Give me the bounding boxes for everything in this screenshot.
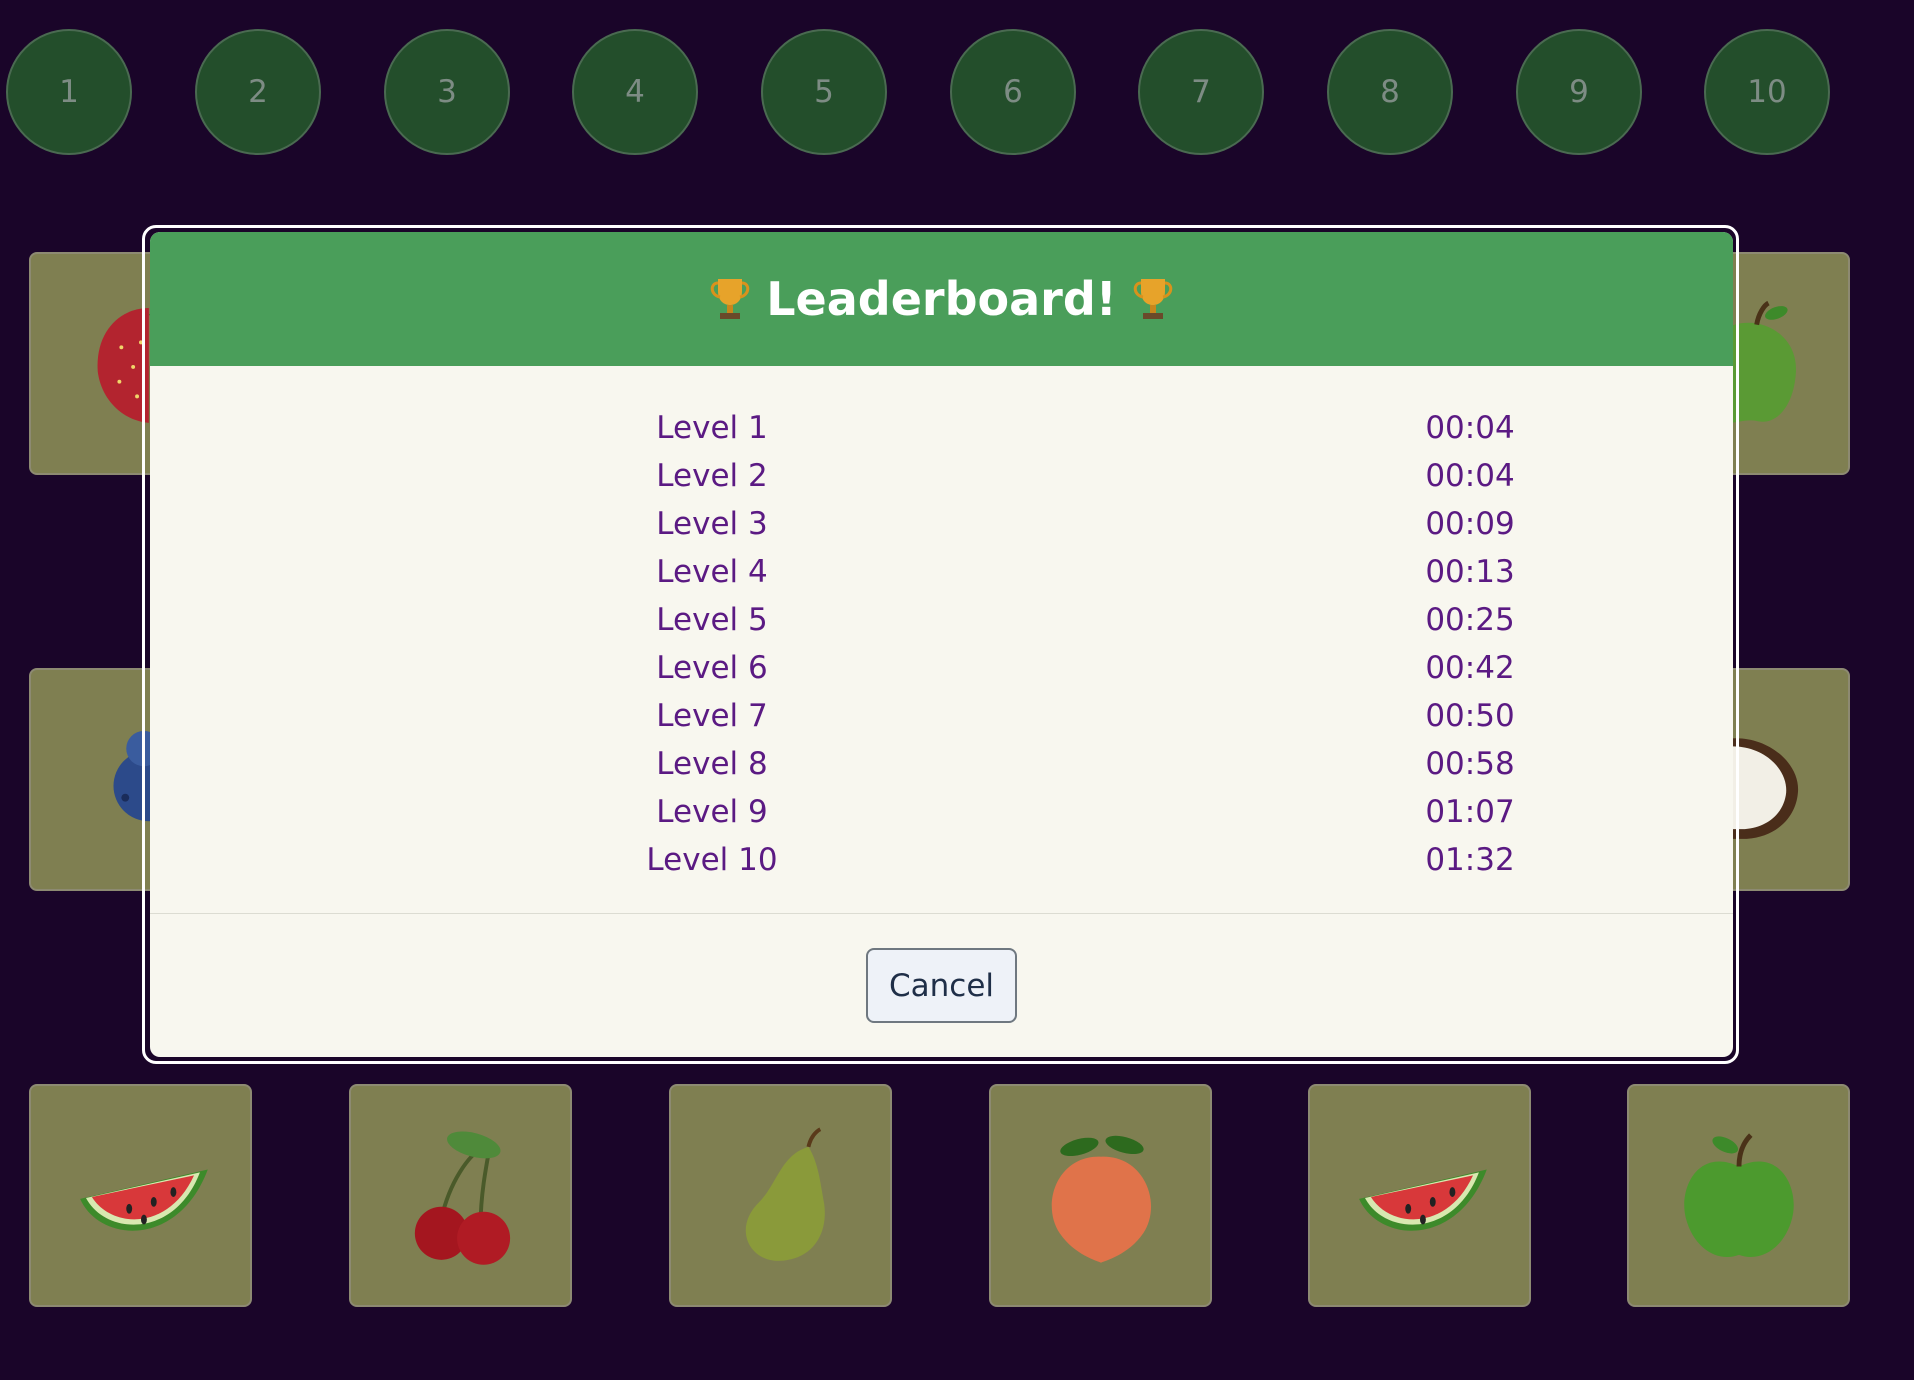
level-name: Level 5 (656, 602, 768, 638)
level-button-1[interactable]: 1 (6, 29, 132, 155)
leaderboard-row: Level 1 00:04 (150, 404, 1733, 452)
level-name: Level 1 (656, 410, 768, 446)
leaderboard-modal: Leaderboard! Level 1 00:04 Level 2 00:04… (150, 232, 1733, 1057)
leaderboard-row: Level 4 00:13 (150, 548, 1733, 596)
level-name: Level 8 (656, 746, 768, 782)
memory-card[interactable] (1308, 1084, 1531, 1307)
level-name: Level 3 (656, 506, 768, 542)
level-button-5[interactable]: 5 (761, 29, 887, 155)
level-name: Level 7 (656, 698, 768, 734)
leaderboard-row: Level 10 01:32 (150, 836, 1733, 884)
level-name: Level 9 (656, 794, 768, 830)
level-button-2[interactable]: 2 (195, 29, 321, 155)
level-time: 00:04 (1425, 458, 1515, 494)
level-button-9[interactable]: 9 (1516, 29, 1642, 155)
level-time: 01:32 (1425, 842, 1515, 878)
level-name: Level 10 (646, 842, 778, 878)
level-name: Level 2 (656, 458, 768, 494)
memory-card[interactable] (989, 1084, 1212, 1307)
level-button-4[interactable]: 4 (572, 29, 698, 155)
leaderboard-row: Level 5 00:25 (150, 596, 1733, 644)
level-time: 00:25 (1425, 602, 1515, 638)
green-apple-icon (1629, 1086, 1848, 1305)
level-name: Level 6 (656, 650, 768, 686)
leaderboard-row: Level 7 00:50 (150, 692, 1733, 740)
level-button-10[interactable]: 10 (1704, 29, 1830, 155)
watermelon-icon (1310, 1086, 1529, 1305)
level-button-3[interactable]: 3 (384, 29, 510, 155)
leaderboard-row: Level 2 00:04 (150, 452, 1733, 500)
peach-icon (991, 1086, 1210, 1305)
memory-card[interactable] (1627, 1084, 1850, 1307)
level-time: 00:50 (1425, 698, 1515, 734)
leaderboard-row: Level 8 00:58 (150, 740, 1733, 788)
trophy-icon (710, 279, 750, 319)
level-button-6[interactable]: 6 (950, 29, 1076, 155)
leaderboard-row: Level 6 00:42 (150, 644, 1733, 692)
modal-title: Leaderboard! (708, 272, 1175, 326)
watermelon-icon (31, 1086, 250, 1305)
modal-title-text: Leaderboard! (766, 272, 1117, 326)
level-time: 00:09 (1425, 506, 1515, 542)
level-selector: 1 2 3 4 5 6 7 8 9 10 (0, 0, 1914, 160)
level-time: 00:58 (1425, 746, 1515, 782)
level-name: Level 4 (656, 554, 768, 590)
cherries-icon (351, 1086, 570, 1305)
level-time: 00:42 (1425, 650, 1515, 686)
level-time: 00:04 (1425, 410, 1515, 446)
level-time: 01:07 (1425, 794, 1515, 830)
leaderboard-row: Level 3 00:09 (150, 500, 1733, 548)
trophy-icon (1133, 279, 1173, 319)
level-button-7[interactable]: 7 (1138, 29, 1264, 155)
modal-divider (150, 913, 1733, 914)
pear-icon (671, 1086, 890, 1305)
level-time: 00:13 (1425, 554, 1515, 590)
leaderboard-row: Level 9 01:07 (150, 788, 1733, 836)
memory-card[interactable] (349, 1084, 572, 1307)
memory-card[interactable] (29, 1084, 252, 1307)
level-button-8[interactable]: 8 (1327, 29, 1453, 155)
memory-card[interactable] (669, 1084, 892, 1307)
cancel-button[interactable]: Cancel (866, 948, 1017, 1023)
modal-header: Leaderboard! (150, 232, 1733, 366)
